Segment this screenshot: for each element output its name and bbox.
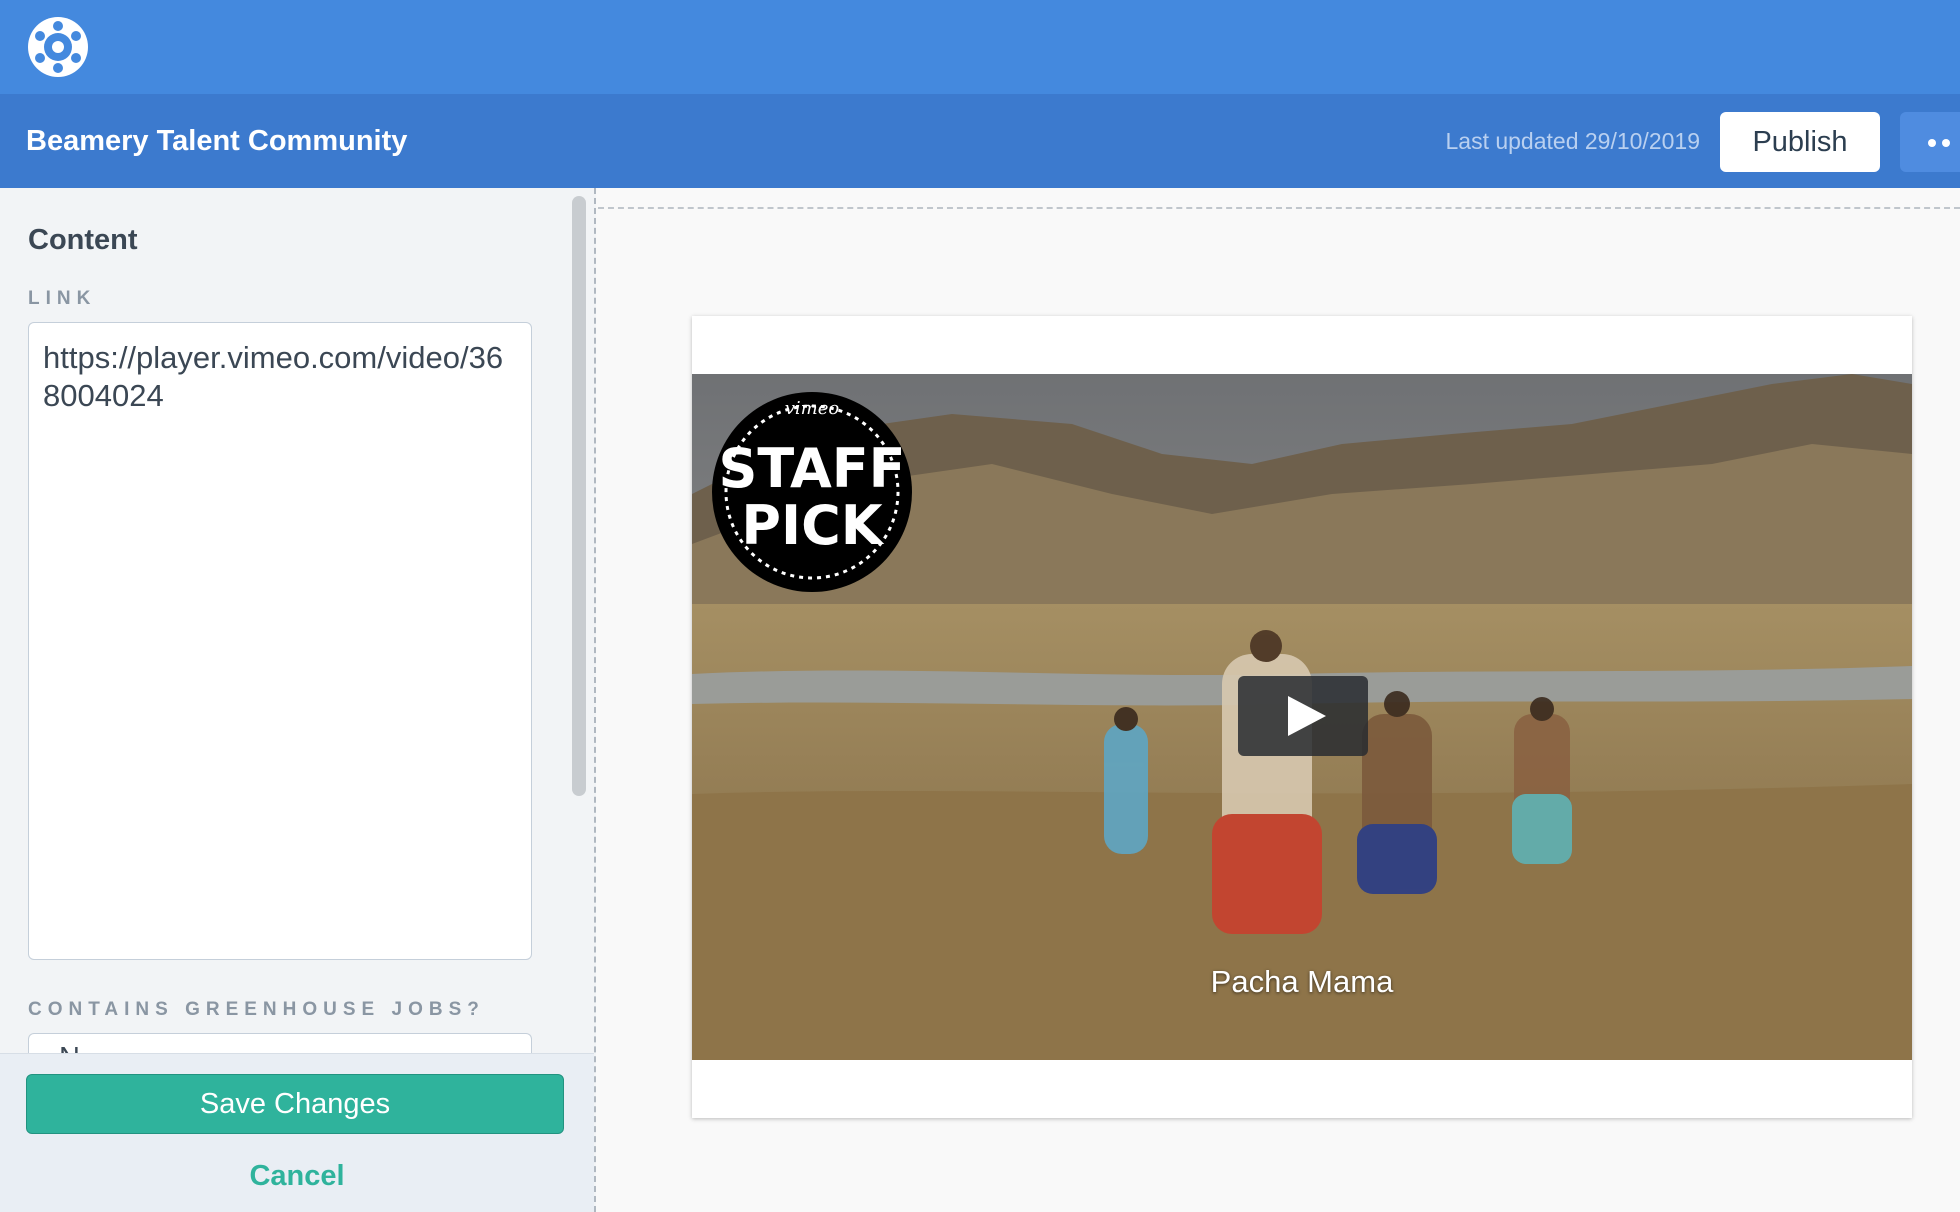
editor-footer: Save Changes Cancel <box>0 1053 594 1212</box>
video-title: Pacha Mama <box>1210 964 1394 999</box>
cancel-button[interactable]: Cancel <box>0 1154 594 1198</box>
link-textarea[interactable]: https://player.vimeo.com/video/368004024 <box>28 322 532 960</box>
link-label: LINK <box>28 288 97 309</box>
badge-brand: vimeo <box>785 398 840 419</box>
video-player[interactable]: vimeo STAFF PICK Pacha Mama <box>692 374 1912 1060</box>
beamery-logo-icon[interactable] <box>27 16 89 78</box>
play-icon <box>1288 696 1326 736</box>
section-title: Content <box>28 224 138 256</box>
staff-pick-badge: vimeo STAFF PICK <box>712 392 912 592</box>
last-updated-text: Last updated 29/10/2019 <box>1445 128 1700 154</box>
content-editor-panel: Content LINK https://player.vimeo.com/vi… <box>0 188 596 1212</box>
more-options-button[interactable] <box>1900 112 1960 172</box>
publish-button[interactable]: Publish <box>1720 112 1880 172</box>
sidebar-scrollbar-thumb[interactable] <box>572 196 586 796</box>
page-title: Beamery Talent Community <box>26 125 408 157</box>
badge-line1: STAFF <box>718 437 905 500</box>
video-embed-card[interactable]: vimeo STAFF PICK Pacha Mama <box>692 316 1912 1118</box>
top-nav-bar <box>0 0 1960 94</box>
badge-line2: PICK <box>741 494 884 557</box>
greenhouse-jobs-label: CONTAINS GREENHOUSE JOBS? <box>28 999 485 1020</box>
canvas-divider <box>598 207 1960 209</box>
play-button[interactable] <box>1238 676 1368 756</box>
preview-canvas: vimeo STAFF PICK Pacha Mama <box>598 188 1960 1212</box>
more-dots-icon <box>1928 139 1936 147</box>
page-header: Beamery Talent Community Last updated 29… <box>0 94 1960 188</box>
save-changes-button[interactable]: Save Changes <box>26 1074 564 1134</box>
